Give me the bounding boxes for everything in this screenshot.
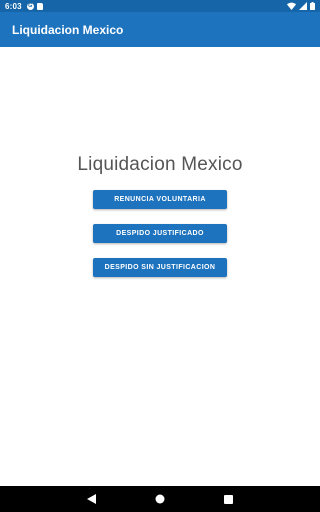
google-notification-icon: G (26, 2, 34, 10)
renuncia-voluntaria-button[interactable]: RENUNCIA VOLUNTARIA (93, 190, 227, 209)
status-time: 6:03 (5, 1, 22, 11)
recents-icon[interactable] (213, 486, 243, 512)
wifi-icon (287, 2, 296, 10)
despido-justificado-button[interactable]: DESPIDO JUSTIFICADO (93, 224, 227, 243)
home-icon[interactable] (145, 486, 175, 512)
status-bar: 6:03 G (0, 0, 320, 12)
system-icons (287, 2, 315, 10)
navigation-bar (0, 486, 320, 512)
notification-icons: G (26, 2, 43, 10)
sd-card-icon (36, 2, 43, 10)
signal-icon (299, 2, 307, 10)
despido-sin-justificacion-button[interactable]: DESPIDO SIN JUSTIFICACION (93, 258, 227, 277)
main-content: Liquidacion Mexico RENUNCIA VOLUNTARIA D… (0, 47, 320, 486)
back-icon[interactable] (76, 486, 106, 512)
app-bar: Liquidacion Mexico (0, 12, 320, 47)
battery-icon (310, 2, 315, 10)
app-title: Liquidacion Mexico (12, 22, 124, 37)
page-title: Liquidacion Mexico (77, 154, 243, 175)
